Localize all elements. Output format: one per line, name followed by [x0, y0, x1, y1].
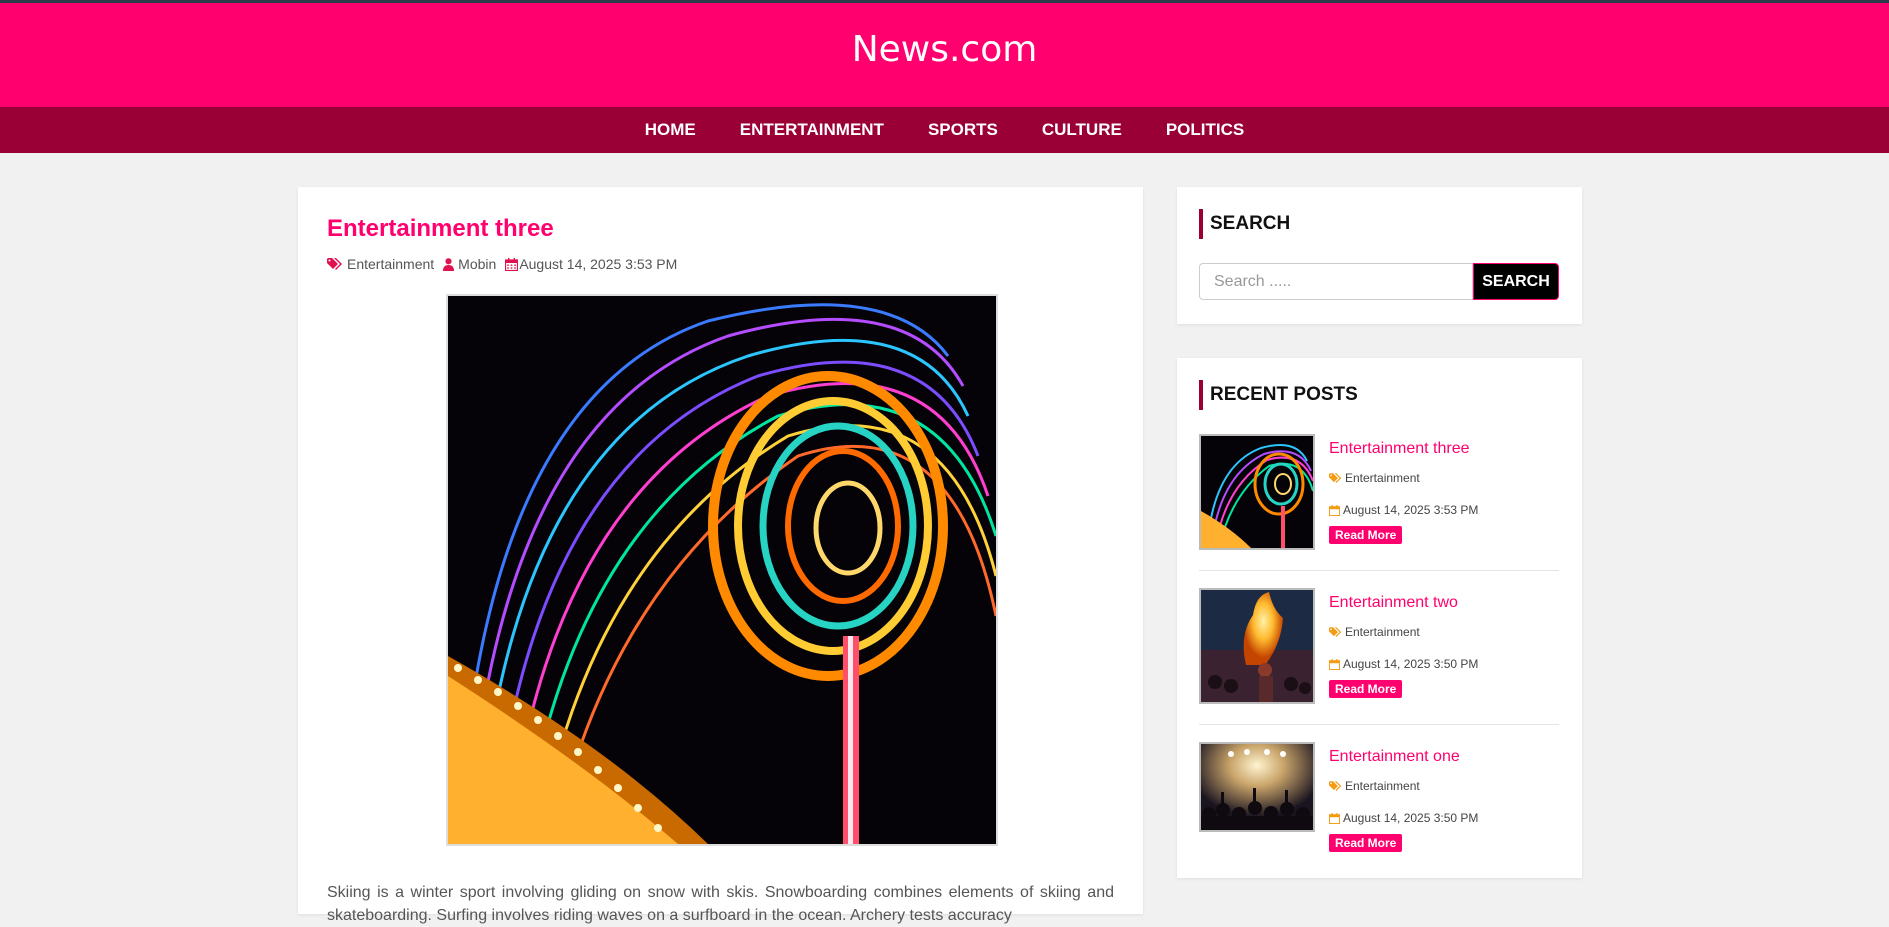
recent-post-date-label: August 14, 2025 3:50 PM	[1343, 811, 1479, 825]
post-featured-image	[446, 294, 998, 846]
recent-post-category[interactable]: Entertainment	[1329, 471, 1420, 485]
user-icon	[443, 257, 455, 271]
post-category[interactable]: Entertainment	[327, 256, 434, 272]
recent-posts-widget: RECENT POSTS Entertainment three Enterta…	[1177, 358, 1582, 878]
tags-icon	[1329, 626, 1342, 637]
read-more-button[interactable]: Read More	[1329, 834, 1403, 852]
recent-post-item[interactable]: Entertainment two Entertainment August 1…	[1199, 588, 1559, 708]
post-meta: Entertainment Mobin August 14, 2025 3:53…	[327, 256, 686, 272]
recent-post-category[interactable]: Entertainment	[1329, 625, 1420, 639]
recent-posts-title: RECENT POSTS	[1199, 380, 1358, 410]
main-nav: HOME ENTERTAINMENT SPORTS CULTURE POLITI…	[0, 107, 1889, 153]
recent-post-item[interactable]: Entertainment one Entertainment August 1…	[1199, 742, 1559, 862]
recent-post-date: August 14, 2025 3:50 PM	[1329, 657, 1478, 671]
tags-icon	[1329, 780, 1342, 791]
read-more-button[interactable]: Read More	[1329, 680, 1403, 698]
tags-icon	[327, 257, 342, 270]
search-widget: SEARCH SEARCH	[1177, 187, 1582, 324]
post-title: Entertainment three	[327, 215, 554, 242]
recent-post-thumbnail[interactable]	[1199, 588, 1315, 704]
post-date-label: August 14, 2025 3:53 PM	[519, 256, 678, 272]
recent-post-thumbnail[interactable]	[1199, 742, 1315, 832]
nav-sports[interactable]: SPORTS	[906, 120, 1020, 140]
post-author[interactable]: Mobin	[443, 256, 496, 272]
recent-post-category-label: Entertainment	[1345, 779, 1420, 793]
calendar-icon	[1329, 658, 1340, 670]
post-date: August 14, 2025 3:53 PM	[505, 256, 677, 272]
recent-post-category-label: Entertainment	[1345, 471, 1420, 485]
nav-culture[interactable]: CULTURE	[1020, 120, 1144, 140]
recent-post-title[interactable]: Entertainment one	[1329, 748, 1460, 766]
recent-post-date-label: August 14, 2025 3:50 PM	[1343, 657, 1479, 671]
search-button[interactable]: SEARCH	[1473, 263, 1559, 300]
calendar-icon	[1329, 812, 1340, 824]
recent-post-title[interactable]: Entertainment three	[1329, 440, 1470, 458]
recent-post-date: August 14, 2025 3:53 PM	[1329, 503, 1478, 517]
recent-post-thumbnail[interactable]	[1199, 434, 1315, 550]
post-category-label: Entertainment	[347, 256, 435, 272]
calendar-icon	[505, 257, 519, 271]
search-widget-title: SEARCH	[1199, 209, 1290, 239]
post-card: Entertainment three Entertainment Mobin	[298, 187, 1143, 924]
post-author-label: Mobin	[458, 256, 497, 272]
recent-post-date: August 14, 2025 3:50 PM	[1329, 811, 1478, 825]
recent-post-category[interactable]: Entertainment	[1329, 779, 1420, 793]
calendar-icon	[1329, 504, 1340, 516]
recent-post-divider	[1199, 724, 1559, 725]
recent-post-divider	[1199, 570, 1559, 571]
recent-post-item[interactable]: Entertainment three Entertainment August…	[1199, 434, 1559, 554]
tags-icon	[1329, 472, 1342, 483]
recent-post-category-label: Entertainment	[1345, 625, 1420, 639]
site-header: News.com	[0, 3, 1889, 107]
recent-post-date-label: August 14, 2025 3:53 PM	[1343, 503, 1479, 517]
site-title[interactable]: News.com	[852, 29, 1038, 70]
recent-post-title[interactable]: Entertainment two	[1329, 594, 1458, 612]
post-body: Skiing is a winter sport involving glidi…	[327, 884, 1114, 924]
nav-home[interactable]: HOME	[623, 120, 718, 140]
nav-entertainment[interactable]: ENTERTAINMENT	[718, 120, 906, 140]
nav-politics[interactable]: POLITICS	[1144, 120, 1266, 140]
read-more-button[interactable]: Read More	[1329, 526, 1403, 544]
search-input[interactable]	[1199, 263, 1473, 300]
